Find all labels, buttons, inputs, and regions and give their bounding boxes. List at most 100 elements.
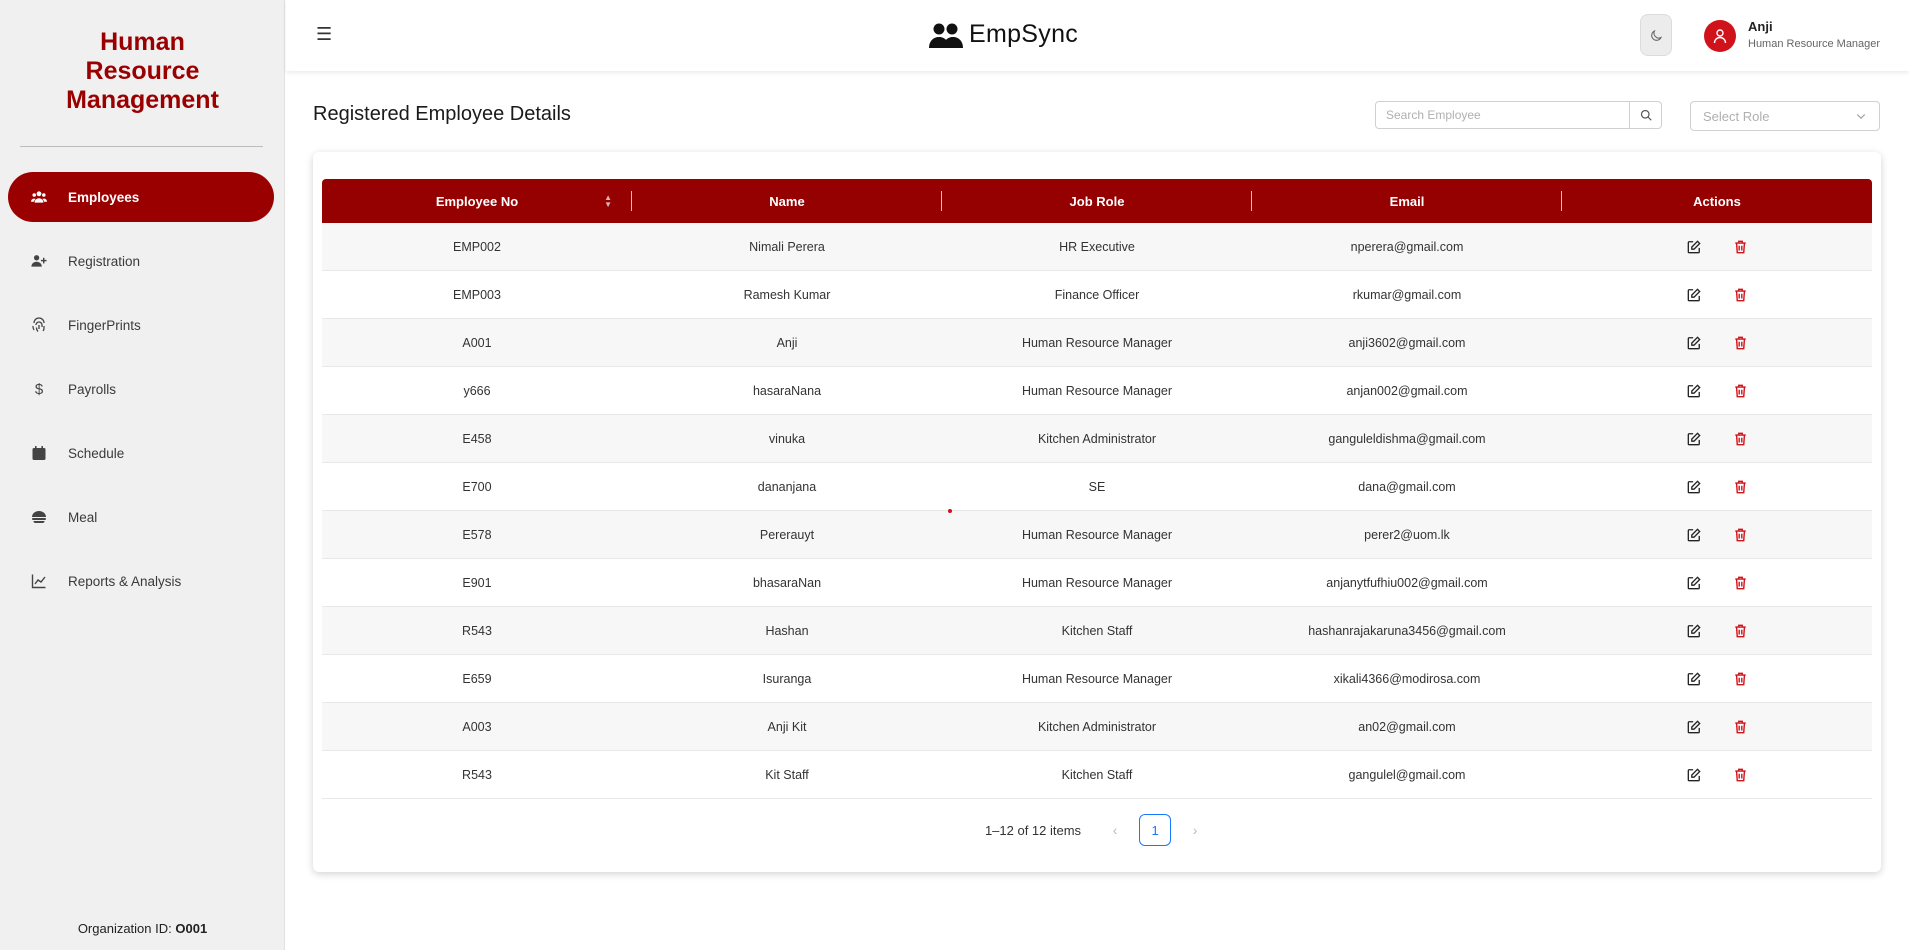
cell-employee-no: y666 bbox=[463, 383, 491, 398]
sidebar-item-schedule[interactable]: Schedule bbox=[8, 428, 274, 478]
sidebar-item-registration[interactable]: Registration bbox=[8, 236, 274, 286]
cell-employee-no: E578 bbox=[462, 527, 492, 542]
delete-icon[interactable] bbox=[1732, 335, 1748, 351]
edit-icon[interactable] bbox=[1686, 575, 1702, 591]
edit-icon[interactable] bbox=[1686, 479, 1702, 495]
sidebar-item-employees[interactable]: Employees bbox=[8, 172, 274, 222]
avatar[interactable] bbox=[1704, 20, 1736, 52]
cell-job-role: Kitchen Staff bbox=[1061, 767, 1133, 782]
cell-employee-no: A003 bbox=[462, 719, 492, 734]
cell-email: an02@gmail.com bbox=[1358, 719, 1456, 734]
cell-job-role: Finance Officer bbox=[1054, 287, 1140, 302]
page-button-1[interactable]: 1 bbox=[1139, 814, 1172, 846]
cell-email: perer2@uom.lk bbox=[1364, 527, 1450, 542]
cell-email: nperera@gmail.com bbox=[1350, 239, 1464, 254]
cell-actions bbox=[1562, 559, 1872, 606]
table-row: E659 Isuranga Human Resource Manager xikali… bbox=[322, 655, 1872, 703]
column-header-employee-no[interactable]: Employee No ▲ ▼ bbox=[322, 179, 632, 223]
delete-icon[interactable] bbox=[1732, 479, 1748, 495]
table-row: EMP002 Nimali Perera HR Executive nperera@g… bbox=[322, 223, 1872, 271]
menu-toggle-icon[interactable]: ☰ bbox=[316, 24, 332, 44]
role-select[interactable]: Select Role bbox=[1690, 101, 1880, 131]
cell-actions bbox=[1562, 223, 1872, 270]
sidebar-item-reports[interactable]: Reports & Analysis bbox=[8, 556, 274, 606]
next-page-button[interactable]: › bbox=[1181, 816, 1209, 844]
org-id-value: O001 bbox=[175, 921, 208, 936]
cell-job-role: HR Executive bbox=[1059, 239, 1135, 254]
delete-icon[interactable] bbox=[1732, 287, 1748, 303]
pagination-range: 1–12 of 12 items bbox=[984, 822, 1082, 838]
cell-actions bbox=[1562, 367, 1872, 414]
cell-employee-no: A001 bbox=[462, 335, 492, 350]
column-header-name: Name bbox=[632, 179, 942, 223]
cell-name: Isuranga bbox=[762, 671, 812, 686]
edit-icon[interactable] bbox=[1686, 623, 1702, 639]
search-input[interactable] bbox=[1375, 101, 1630, 129]
cell-actions bbox=[1562, 463, 1872, 510]
cell-employee-no: E458 bbox=[462, 431, 492, 446]
sidebar-item-payrolls[interactable]: $ Payrolls bbox=[8, 364, 274, 414]
sidebar-item-label: Payrolls bbox=[68, 381, 117, 397]
edit-icon[interactable] bbox=[1686, 431, 1702, 447]
cell-name: dananjana bbox=[757, 479, 817, 494]
column-header-email: Email bbox=[1252, 179, 1562, 223]
prev-page-button[interactable]: ‹ bbox=[1101, 816, 1129, 844]
edit-icon[interactable] bbox=[1686, 719, 1702, 735]
cell-name: Anji Kit bbox=[767, 719, 807, 734]
edit-icon[interactable] bbox=[1686, 335, 1702, 351]
app-name: EmpSync bbox=[969, 20, 1079, 48]
sidebar-nav: Employees Registration FingerPrints $ Pa… bbox=[8, 172, 274, 620]
edit-icon[interactable] bbox=[1686, 383, 1702, 399]
cell-job-role: Human Resource Manager bbox=[1021, 527, 1173, 542]
cell-job-role: Kitchen Administrator bbox=[1037, 431, 1157, 446]
theme-toggle-button[interactable] bbox=[1640, 14, 1672, 56]
table-row: A001 Anji Human Resource Manager anji3602@g… bbox=[322, 319, 1872, 367]
cell-email: anji3602@gmail.com bbox=[1348, 335, 1466, 350]
table-row: E700 dananjana SE dana@gmail.com bbox=[322, 463, 1872, 511]
delete-icon[interactable] bbox=[1732, 575, 1748, 591]
delete-icon[interactable] bbox=[1732, 767, 1748, 783]
edit-icon[interactable] bbox=[1686, 671, 1702, 687]
edit-icon[interactable] bbox=[1686, 239, 1702, 255]
cell-actions bbox=[1562, 607, 1872, 654]
cell-job-role: SE bbox=[1088, 479, 1106, 494]
search-button[interactable] bbox=[1630, 101, 1662, 129]
delete-icon[interactable] bbox=[1732, 431, 1748, 447]
sidebar-item-fingerprints[interactable]: FingerPrints bbox=[8, 300, 274, 350]
delete-icon[interactable] bbox=[1732, 623, 1748, 639]
user-icon bbox=[1713, 29, 1727, 44]
cell-employee-no: R543 bbox=[462, 623, 492, 638]
sidebar-item-label: FingerPrints bbox=[68, 317, 141, 333]
cell-name: vinuka bbox=[768, 431, 806, 446]
calendar-icon bbox=[30, 444, 48, 462]
delete-icon[interactable] bbox=[1732, 527, 1748, 543]
fingerprint-icon bbox=[30, 316, 48, 334]
sidebar-item-meal[interactable]: Meal bbox=[8, 492, 274, 542]
cell-actions bbox=[1562, 655, 1872, 702]
edit-icon[interactable] bbox=[1686, 527, 1702, 543]
app-logo: EmpSync bbox=[928, 20, 1078, 49]
cell-actions bbox=[1562, 319, 1872, 366]
column-label: Employee No bbox=[435, 193, 519, 209]
delete-icon[interactable] bbox=[1732, 239, 1748, 255]
cell-actions bbox=[1562, 415, 1872, 462]
chevron-down-icon bbox=[1856, 114, 1866, 120]
meal-icon bbox=[30, 508, 48, 526]
cell-employee-no: EMP003 bbox=[453, 287, 501, 302]
user-name: Anji bbox=[1748, 19, 1773, 34]
cell-job-role: Human Resource Manager bbox=[1021, 671, 1173, 686]
cell-employee-no: E700 bbox=[462, 479, 492, 494]
edit-icon[interactable] bbox=[1686, 767, 1702, 783]
delete-icon[interactable] bbox=[1732, 383, 1748, 399]
column-label: Email bbox=[1389, 193, 1425, 209]
chart-line-icon bbox=[30, 572, 48, 590]
delete-icon[interactable] bbox=[1732, 671, 1748, 687]
edit-icon[interactable] bbox=[1686, 287, 1702, 303]
table-row: A003 Anji Kit Kitchen Administrator an02@gm… bbox=[322, 703, 1872, 751]
cell-name: Ramesh Kumar bbox=[743, 287, 831, 302]
cell-email: rkumar@gmail.com bbox=[1352, 287, 1462, 302]
cell-employee-no: E659 bbox=[462, 671, 492, 686]
delete-icon[interactable] bbox=[1732, 719, 1748, 735]
sort-icon[interactable]: ▲ ▼ bbox=[604, 194, 612, 209]
cell-name: Anji bbox=[776, 335, 798, 350]
